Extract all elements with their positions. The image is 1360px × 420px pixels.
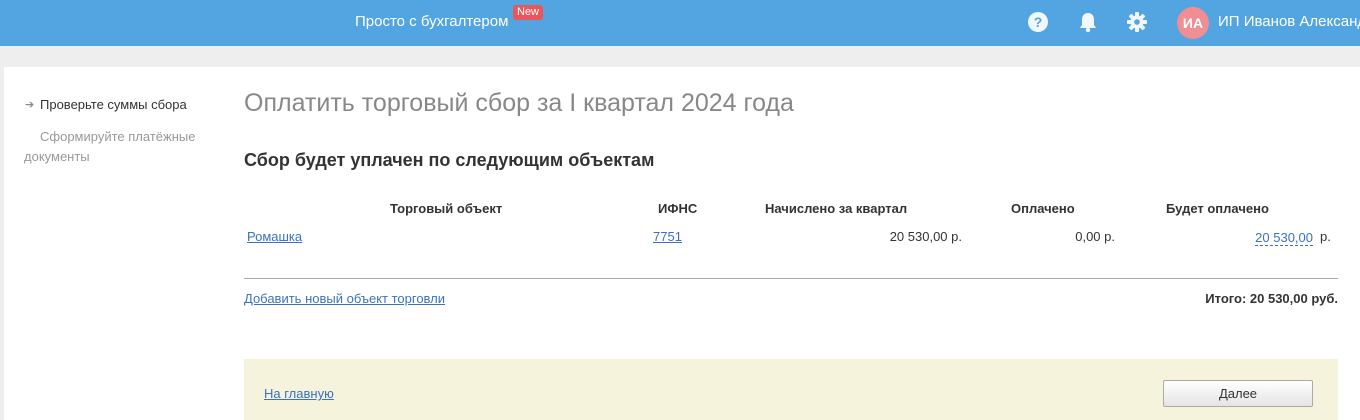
step-create-payments[interactable]: Сформируйте платёжные документы xyxy=(24,127,214,167)
brand-title[interactable]: Просто с бухгалтером xyxy=(355,13,508,30)
total-amount: Итого: 20 530,00 руб. xyxy=(1205,291,1338,306)
help-icon[interactable]: ? xyxy=(1027,11,1049,33)
object-link[interactable]: Ромашка xyxy=(247,229,302,244)
charged-amount: 20 530,00 р. xyxy=(889,229,962,244)
paid-amount: 0,00 р. xyxy=(1075,229,1115,244)
column-header-charged: Начислено за квартал xyxy=(765,201,908,216)
to-pay-currency: р. xyxy=(1320,229,1331,244)
table-divider xyxy=(244,278,1338,279)
bell-icon[interactable] xyxy=(1077,11,1099,33)
add-trade-object-link[interactable]: Добавить новый объект торговли xyxy=(244,291,445,306)
section-title: Сбор будет уплачен по следующим объектам xyxy=(244,150,655,170)
top-bar: Просто с бухгалтером New ? ИА ИП Иванов … xyxy=(0,0,1360,46)
column-header-to-pay: Будет оплачено xyxy=(1166,201,1269,216)
new-badge: New xyxy=(513,5,544,20)
column-header-object: Торговый объект xyxy=(390,201,503,216)
to-pay-amount-editable[interactable]: 20 530,00 xyxy=(1255,230,1313,246)
column-header-paid: Оплачено xyxy=(1011,201,1075,216)
svg-text:?: ? xyxy=(1034,14,1043,30)
page-title: Оплатить торговый сбор за I квартал 2024… xyxy=(244,89,794,117)
step-check-amounts[interactable]: Проверьте суммы сбора xyxy=(40,95,187,115)
ifns-link[interactable]: 7751 xyxy=(653,229,682,244)
arrow-right-icon: ➔ xyxy=(25,99,35,111)
gear-icon[interactable] xyxy=(1126,11,1148,33)
avatar[interactable]: ИА xyxy=(1177,7,1209,39)
home-link[interactable]: На главную xyxy=(264,386,334,401)
next-button[interactable]: Далее xyxy=(1163,380,1313,407)
column-header-ifns: ИФНС xyxy=(658,201,698,216)
user-name[interactable]: ИП Иванов Александр xyxy=(1218,13,1360,30)
